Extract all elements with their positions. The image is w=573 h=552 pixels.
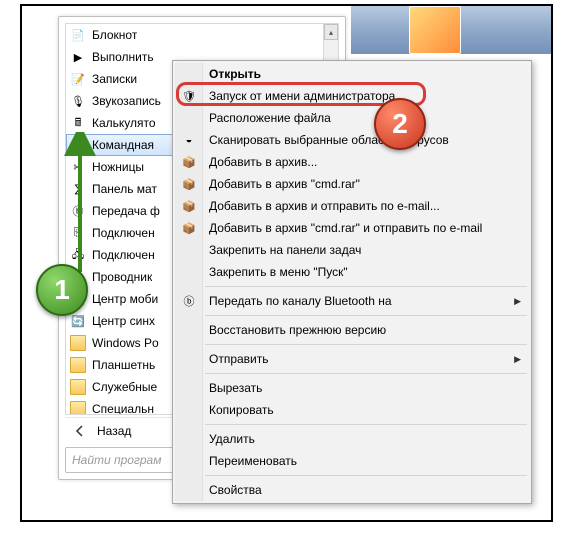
context-separator [205,475,527,476]
context-item-icon: 📦 [181,220,197,236]
context-item-icon: 📦 [181,198,197,214]
program-label: Windows Po [92,336,159,350]
context-item-6[interactable]: 📦 Добавить в архив и отправить по e-mail.… [175,195,529,217]
context-item-icon: ⓑ [181,293,197,309]
context-item-20[interactable]: Удалить [175,428,529,450]
submenu-arrow-icon: ▶ [514,354,521,365]
program-label: Специальн [92,402,154,415]
app-icon: 📄 [70,27,86,43]
context-item-2[interactable]: Расположение файла [175,107,529,129]
context-separator [205,373,527,374]
context-item-0[interactable]: Открыть [175,63,529,85]
context-item-label: Свойства [209,483,262,497]
app-icon: ∑ [70,181,86,197]
program-label: Проводник [92,270,152,284]
app-icon: ⓑ [70,203,86,219]
program-label: Служебные [92,380,157,394]
context-separator [205,315,527,316]
folder-icon [70,357,86,373]
submenu-arrow-icon: ▶ [514,296,521,307]
context-item-label: Копировать [209,403,274,417]
program-label: Ножницы [92,160,144,174]
context-item-label: Добавить в архив "cmd.rar" [209,177,360,191]
context-item-label: Восстановить прежнюю версию [209,323,386,337]
context-item-3[interactable]: ◒Сканировать выбранные облас ие вирусов [175,129,529,151]
context-item-1[interactable]: 🛡 Запуск от имени администратора [175,85,529,107]
program-label: Звукозапись [92,94,161,108]
context-item-15[interactable]: Отправить ▶ [175,348,529,370]
context-separator [205,424,527,425]
app-icon: ▣ [70,137,86,153]
context-item-label: Открыть [209,67,261,81]
program-label: Выполнить [92,50,154,64]
program-label: Планшетнь [92,358,155,372]
taskbar [351,6,551,54]
context-item-17[interactable]: Вырезать [175,377,529,399]
context-item-13[interactable]: Восстановить прежнюю версию [175,319,529,341]
context-item-11[interactable]: ⓑ Передать по каналу Bluetooth на ▶ [175,290,529,312]
context-item-icon: ◒ [181,132,197,148]
program-label: Записки [92,72,137,86]
context-item-label: Запуск от имени администратора [209,89,395,103]
context-item-label: Закрепить в меню "Пуск" [209,265,348,279]
back-arrow-icon [73,424,87,438]
program-label: Подключен [92,226,155,240]
step-badge-2: 2 [374,98,426,150]
search-placeholder: Найти програм [72,453,161,467]
context-item-icon: 🛡 [181,88,197,104]
context-menu: Открыть 🛡 Запуск от имени администратора Ра… [172,60,532,504]
program-label: Командная [92,138,154,152]
context-item-label: Закрепить на панели задач [209,243,361,257]
app-icon: 📝 [70,71,86,87]
context-item-label: Отправить [209,352,269,366]
program-item-0[interactable]: 📄 Блокнот [66,24,328,46]
program-label: Передача ф [92,204,160,218]
program-label: Центр синх [92,314,155,328]
context-item-8[interactable]: Закрепить на панели задач [175,239,529,261]
context-item-label: Передать по каналу Bluetooth на [209,294,392,308]
folder-icon [70,335,86,351]
context-item-18[interactable]: Копировать [175,399,529,421]
context-item-21[interactable]: Переименовать [175,450,529,472]
folder-icon [70,401,86,415]
screenshot-frame: 📄 Блокнот ▶ Выполнить 📝 Записки 🎙 Звукозапись 🖩 К… [20,4,553,522]
context-item-9[interactable]: Закрепить в меню "Пуск" [175,261,529,283]
context-item-label: Переименовать [209,454,297,468]
program-label: Панель мат [92,182,157,196]
context-item-label: Добавить в архив "cmd.rar" и отправить п… [209,221,482,235]
program-label: Центр моби [92,292,158,306]
folder-icon [70,379,86,395]
context-separator [205,344,527,345]
program-label: Калькулято [92,116,156,130]
app-icon: 🔄 [70,313,86,329]
context-item-icon: 📦 [181,176,197,192]
context-item-label: Вырезать [209,381,262,395]
context-item-label: Добавить в архив... [209,155,317,169]
context-item-label: Расположение файла [209,111,331,125]
context-separator [205,286,527,287]
context-item-label: Добавить в архив и отправить по e-mail..… [209,199,440,213]
context-item-icon: 📦 [181,154,197,170]
step-badge-1: 1 [36,264,88,316]
app-icon: ✂ [70,159,86,175]
context-item-5[interactable]: 📦 Добавить в архив "cmd.rar" [175,173,529,195]
app-icon: ⎘ [70,225,86,241]
app-icon: 🖧 [70,247,86,263]
context-item-7[interactable]: 📦 Добавить в архив "cmd.rar" и отправить … [175,217,529,239]
context-item-4[interactable]: 📦 Добавить в архив... [175,151,529,173]
scroll-up-icon[interactable]: ▴ [324,24,338,40]
program-label: Подключен [92,248,155,262]
app-icon: ▶ [70,49,86,65]
program-label: Блокнот [92,28,137,42]
back-label: Назад [97,424,131,438]
context-item-23[interactable]: Свойства [175,479,529,501]
user-avatar [409,6,461,54]
context-item-label: Удалить [209,432,255,446]
app-icon: 🎙 [70,93,86,109]
app-icon: 🖩 [70,115,86,131]
